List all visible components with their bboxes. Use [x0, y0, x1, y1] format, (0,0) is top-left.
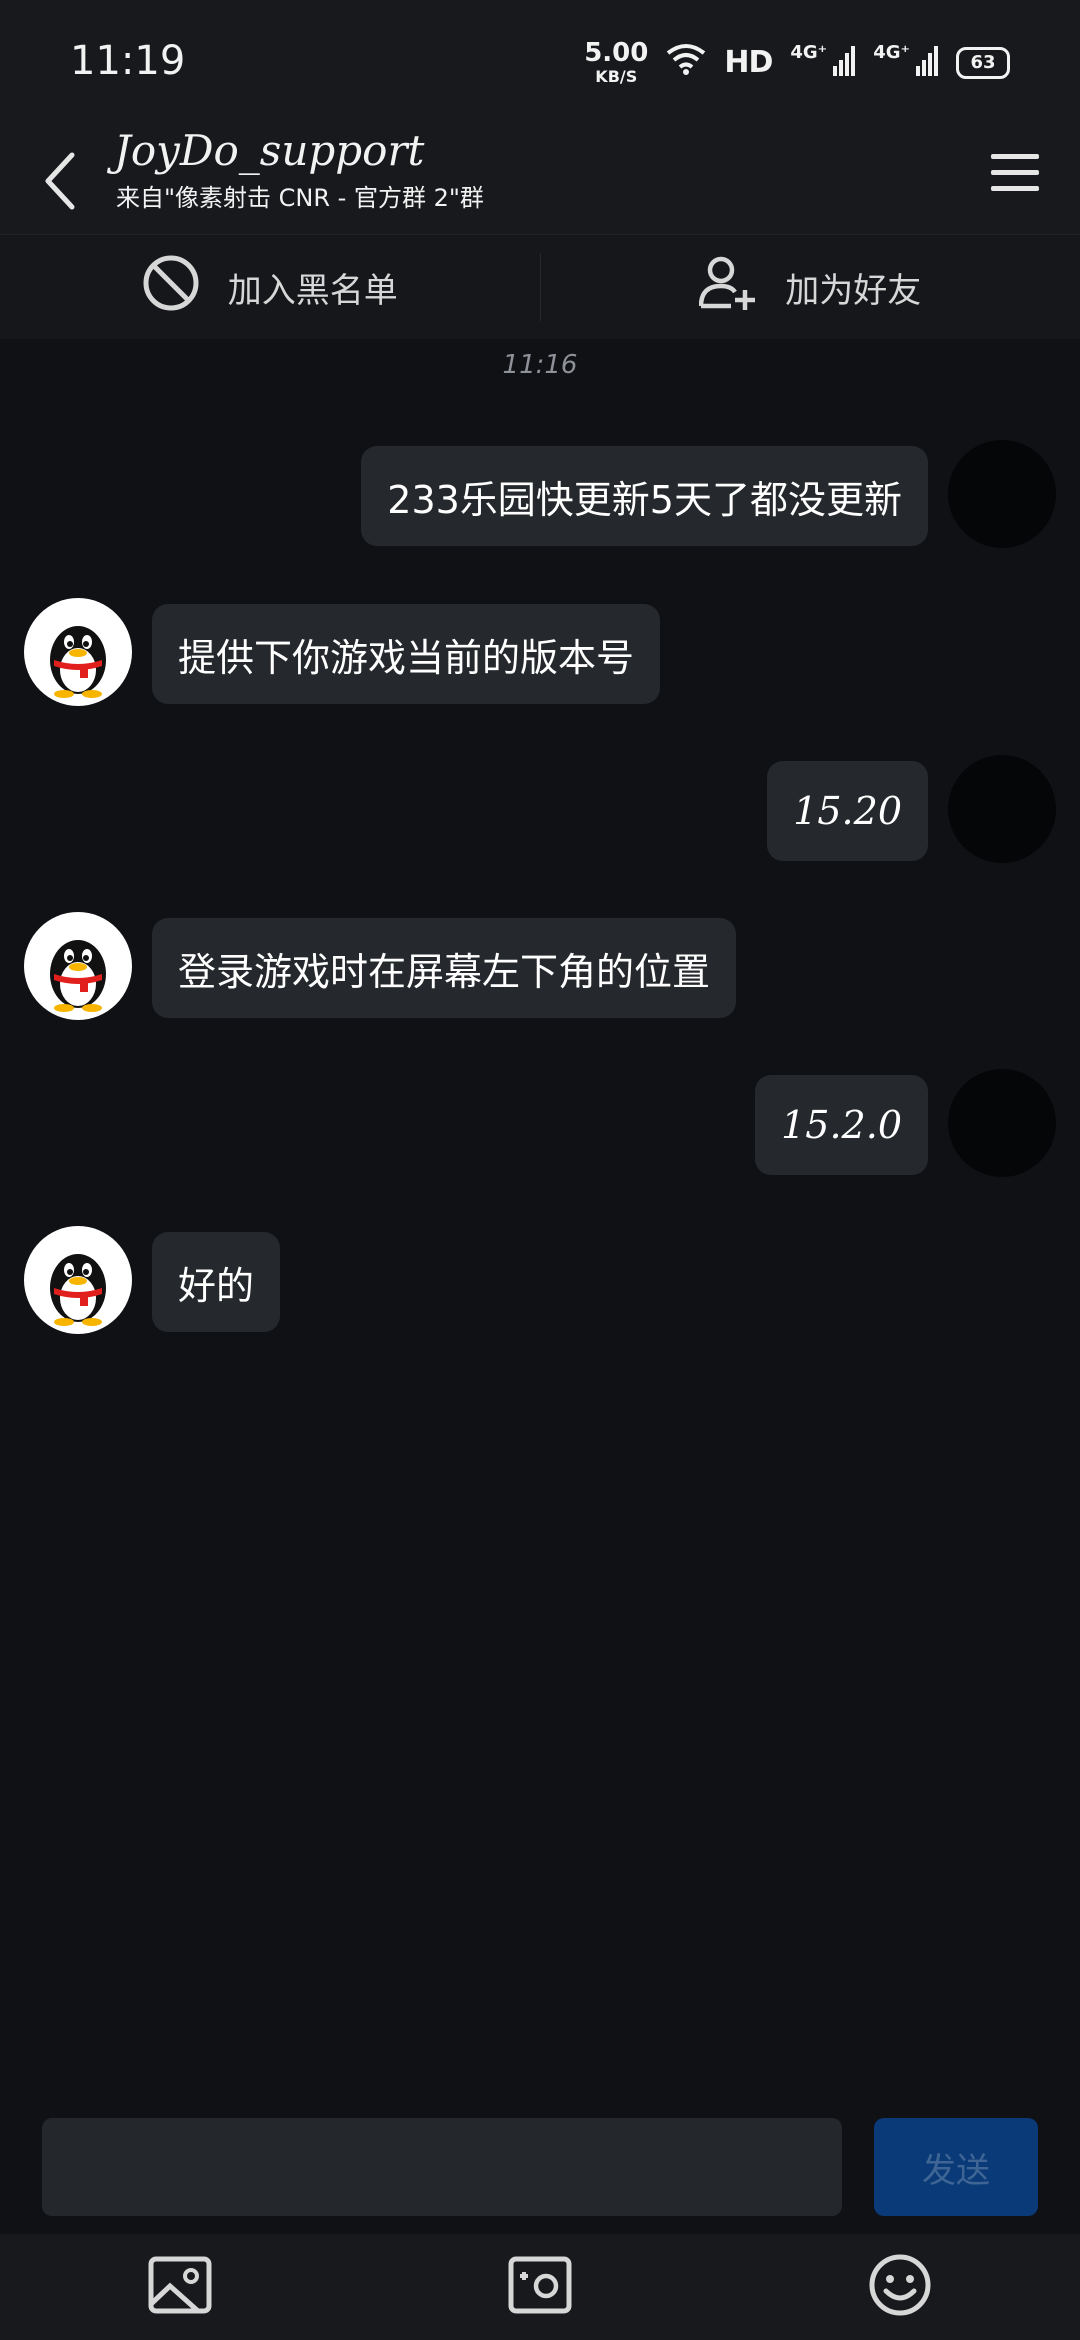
- message-row: 15.2.0: [0, 1069, 1080, 1179]
- chevron-left-icon: [40, 151, 80, 215]
- emoji-icon: [868, 2253, 932, 2321]
- status-time: 11:19: [70, 38, 186, 84]
- message-input[interactable]: [42, 2118, 842, 2216]
- hamburger-menu-icon: [991, 152, 1039, 198]
- message-row: 好的: [0, 1226, 1080, 1336]
- camera-button[interactable]: [490, 2237, 590, 2337]
- signal-1-label: 4G⁺: [790, 42, 828, 63]
- penguin-avatar-icon: [24, 1254, 132, 1334]
- add-friend-label: 加为好友: [785, 270, 922, 311]
- avatar[interactable]: [948, 440, 1056, 548]
- signal-2: 4G⁺: [873, 42, 938, 83]
- message-bubble[interactable]: 登录游戏时在屏幕左下角的位置: [152, 918, 737, 1018]
- contact-action-bar: 加入黑名单 加为好友: [0, 234, 1080, 339]
- status-bar: 11:19 5.00 KB/S HD 4G⁺ 4G⁺ 63: [0, 0, 1080, 130]
- message-bubble[interactable]: 15.2.0: [755, 1075, 928, 1175]
- message-bubble[interactable]: 提供下你游戏当前的版本号: [152, 604, 661, 704]
- avatar[interactable]: [24, 912, 132, 1020]
- camera-icon: [508, 2256, 572, 2318]
- battery-icon: 63: [956, 46, 1010, 79]
- signal-bars-icon: [916, 44, 938, 83]
- message-bubble[interactable]: 15.20: [767, 761, 928, 861]
- blacklist-label: 加入黑名单: [227, 270, 398, 311]
- message-row: 提供下你游戏当前的版本号: [0, 598, 1080, 708]
- signal-1: 4G⁺: [790, 42, 856, 83]
- add-friend-button[interactable]: 加为好友: [541, 235, 1080, 339]
- emoji-button[interactable]: [850, 2237, 950, 2337]
- message-row: 233乐园快更新5天了都没更新: [0, 440, 1080, 550]
- message-bubble[interactable]: 233乐园快更新5天了都没更新: [361, 446, 928, 546]
- avatar[interactable]: [948, 1069, 1056, 1177]
- message-row: 登录游戏时在屏幕左下角的位置: [0, 912, 1080, 1022]
- chat-screen: 11:19 5.00 KB/S HD 4G⁺ 4G⁺ 63 JoyDo_supp…: [0, 0, 1080, 2340]
- hd-voice-label: HD: [724, 45, 773, 80]
- avatar[interactable]: [24, 598, 132, 706]
- avatar[interactable]: [24, 1226, 132, 1334]
- network-speed-value: 5.00: [584, 38, 649, 68]
- contact-name: JoyDo_support: [114, 126, 425, 175]
- status-indicators: 5.00 KB/S HD 4G⁺ 4G⁺ 63: [584, 40, 1010, 85]
- penguin-avatar-icon: [24, 626, 132, 706]
- image-icon: [148, 2256, 212, 2318]
- contact-source-group: 来自"像素射击 CNR - 官方群 2"群: [116, 184, 484, 212]
- signal-bars-icon: [833, 44, 856, 83]
- block-icon: [142, 254, 200, 321]
- menu-button[interactable]: [980, 140, 1050, 210]
- penguin-avatar-icon: [24, 940, 132, 1020]
- wifi-icon: [666, 43, 706, 82]
- chat-header: JoyDo_support 来自"像素射击 CNR - 官方群 2"群: [0, 126, 1080, 234]
- message-composer: 发送: [0, 2110, 1080, 2234]
- signal-2-label: 4G⁺: [873, 42, 910, 63]
- blacklist-button[interactable]: 加入黑名单: [0, 235, 540, 339]
- avatar[interactable]: [948, 755, 1056, 863]
- back-button[interactable]: [30, 148, 90, 218]
- message-row: 15.20: [0, 755, 1080, 865]
- bottom-toolbar: [0, 2234, 1080, 2340]
- battery-level: 63: [970, 52, 996, 73]
- message-timestamp: 11:16: [502, 350, 578, 380]
- network-speed-unit: KB/S: [595, 67, 638, 86]
- image-button[interactable]: [130, 2237, 230, 2337]
- message-bubble[interactable]: 好的: [152, 1232, 281, 1332]
- send-button[interactable]: 发送: [874, 2118, 1038, 2216]
- add-user-icon: [699, 254, 757, 321]
- network-speed: 5.00 KB/S: [584, 40, 648, 85]
